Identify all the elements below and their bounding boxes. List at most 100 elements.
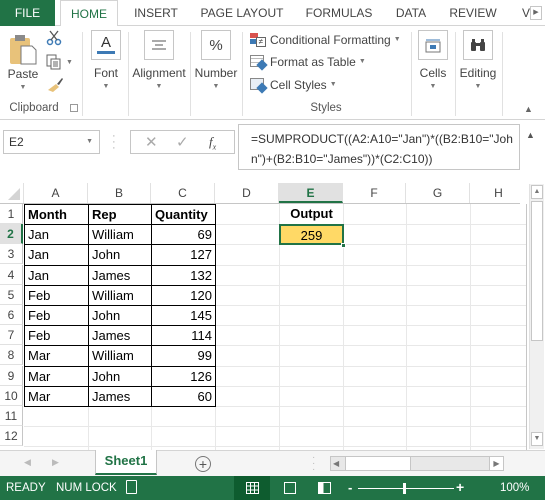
row-header-12[interactable]: 12 [0, 426, 23, 447]
column-header-d[interactable]: D [215, 183, 279, 203]
cells-button[interactable]: Cells ▼ [414, 30, 452, 90]
table-cell[interactable]: William [88, 345, 152, 367]
column-header-e[interactable]: E [279, 183, 343, 203]
zoom-slider[interactable] [358, 488, 454, 489]
scroll-right-button[interactable]: ▶ [489, 457, 503, 470]
table-cell[interactable]: John [88, 365, 152, 387]
column-header-b[interactable]: B [88, 183, 151, 203]
table-cell[interactable]: 69 [151, 224, 216, 246]
tab-page-layout[interactable]: PAGE LAYOUT [194, 0, 290, 26]
output-value-cell[interactable]: 259 [279, 224, 344, 246]
row-header-11[interactable]: 11 [0, 406, 23, 426]
table-cell[interactable]: Feb [24, 325, 89, 347]
table-cell[interactable]: William [88, 284, 152, 306]
table-cell[interactable]: Mar [24, 385, 89, 407]
row-header-1[interactable]: 1 [0, 204, 23, 224]
horizontal-scroll-thumb[interactable] [345, 457, 411, 470]
column-header-g[interactable]: G [406, 183, 470, 203]
vertical-scrollbar[interactable]: ▲ ▼ [529, 184, 544, 449]
page-break-view-icon[interactable] [318, 482, 331, 494]
zoom-slider-thumb[interactable] [403, 483, 406, 494]
scroll-left-button[interactable]: ◀ [333, 457, 339, 470]
alignment-button[interactable]: Alignment ▼ [130, 30, 188, 90]
table-cell[interactable]: 126 [151, 365, 216, 387]
number-button[interactable]: % Number ▼ [192, 30, 240, 90]
table-header-cell[interactable]: Quantity [151, 204, 216, 226]
enter-check-icon[interactable]: ✓ [176, 133, 189, 151]
column-header-f[interactable]: F [343, 183, 406, 203]
table-cell[interactable]: 99 [151, 345, 216, 367]
row-header-3[interactable]: 3 [0, 244, 23, 265]
table-cell[interactable]: William [88, 224, 152, 246]
table-cell[interactable]: 60 [151, 385, 216, 407]
worksheet-grid[interactable]: 1 2 3 4 5 6 7 8 9 10 11 12 Month Rep Quantity Jan Willia… [0, 204, 528, 450]
macro-recording-icon[interactable] [126, 480, 137, 494]
normal-view-button[interactable] [234, 476, 270, 500]
name-box[interactable]: E2 ▼ [3, 130, 100, 154]
tab-home[interactable]: HOME [60, 0, 118, 27]
column-header-a[interactable]: A [24, 183, 88, 203]
copy-button[interactable]: ▼ [46, 54, 73, 70]
select-all-button[interactable] [0, 183, 24, 203]
cancel-icon[interactable]: ✕ [145, 133, 158, 151]
zoom-out-icon[interactable]: - [348, 480, 352, 495]
add-sheet-icon[interactable]: + [195, 456, 211, 472]
table-cell[interactable]: 114 [151, 325, 216, 347]
table-cell[interactable]: James [88, 385, 152, 407]
table-cell[interactable]: 145 [151, 305, 216, 327]
row-header-7[interactable]: 7 [0, 325, 23, 346]
tab-data[interactable]: DATA [386, 0, 436, 26]
horizontal-scrollbar[interactable]: ◀ ▶ [330, 456, 504, 471]
scroll-down-button[interactable]: ▼ [531, 432, 543, 446]
table-header-cell[interactable]: Month [24, 204, 89, 226]
table-cell[interactable]: Feb [24, 305, 89, 327]
prev-sheet-icon[interactable]: ◀ [24, 457, 31, 468]
table-cell[interactable]: Mar [24, 365, 89, 387]
table-cell[interactable]: John [88, 244, 152, 266]
table-header-cell[interactable]: Rep [88, 204, 152, 226]
tab-file[interactable]: FILE [0, 0, 55, 26]
row-header-10[interactable]: 10 [0, 385, 23, 406]
zoom-in-icon[interactable]: + [456, 479, 464, 495]
split-grip-icon[interactable]: · · · [312, 453, 315, 475]
table-cell[interactable]: John [88, 305, 152, 327]
row-header-6[interactable]: 6 [0, 305, 23, 325]
cell-styles-button[interactable]: Cell Styles ▼ [250, 75, 337, 95]
table-cell[interactable]: 132 [151, 264, 216, 286]
paste-button[interactable]: Paste ▼ [6, 32, 40, 91]
zoom-level[interactable]: 100% [500, 482, 529, 494]
dialog-launcher-icon[interactable] [70, 104, 78, 112]
cut-button[interactable] [46, 30, 62, 49]
row-header-4[interactable]: 4 [0, 264, 23, 285]
page-layout-view-icon[interactable] [284, 482, 296, 494]
row-header-9[interactable]: 9 [0, 365, 23, 386]
table-cell[interactable]: Mar [24, 345, 89, 367]
editing-button[interactable]: Editing ▼ [456, 30, 500, 90]
table-cell[interactable]: 120 [151, 284, 216, 306]
font-button[interactable]: A Font ▼ [88, 30, 124, 90]
collapse-ribbon-icon[interactable]: ▲ [524, 104, 533, 114]
row-header-2[interactable]: 2 [0, 224, 23, 245]
tab-insert[interactable]: INSERT [126, 0, 186, 26]
format-painter-button[interactable] [46, 76, 64, 95]
next-sheet-icon[interactable]: ▶ [52, 457, 59, 468]
formula-input[interactable]: =SUMPRODUCT((A2:A10="Jan")*((B2:B10="Joh… [238, 124, 520, 170]
row-header-8[interactable]: 8 [0, 345, 23, 366]
table-cell[interactable]: Jan [24, 264, 89, 286]
table-cell[interactable]: James [88, 264, 152, 286]
column-header-h[interactable]: H [470, 183, 527, 203]
table-cell[interactable]: 127 [151, 244, 216, 266]
conditional-formatting-button[interactable]: ≠ Conditional Formatting ▼ [250, 30, 401, 50]
scroll-up-button[interactable]: ▲ [531, 185, 543, 199]
table-cell[interactable]: Feb [24, 284, 89, 306]
row-header-5[interactable]: 5 [0, 284, 23, 305]
tab-formulas[interactable]: FORMULAS [298, 0, 380, 26]
table-cell[interactable]: Jan [24, 244, 89, 266]
tab-scroll-right-button[interactable]: ▶ [530, 6, 542, 20]
fill-handle[interactable] [341, 243, 346, 249]
table-cell[interactable]: Jan [24, 224, 89, 246]
format-as-table-button[interactable]: Format as Table ▼ [250, 52, 366, 72]
collapse-formula-bar-icon[interactable]: ▲ [526, 130, 535, 140]
insert-function-icon[interactable]: fx [209, 134, 216, 152]
column-header-c[interactable]: C [151, 183, 215, 203]
